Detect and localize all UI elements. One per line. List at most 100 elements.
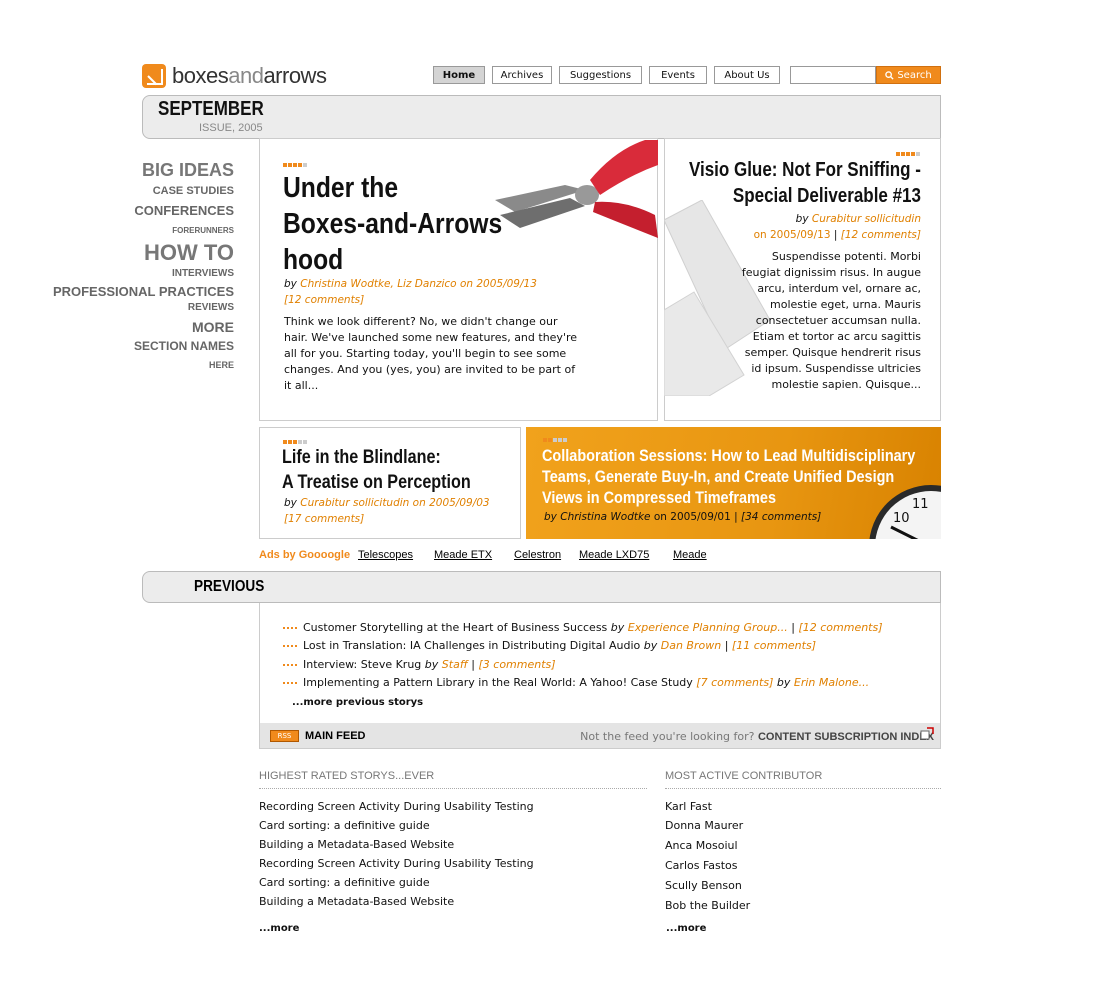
rating-dots bbox=[896, 152, 920, 156]
bullet-icon bbox=[283, 626, 297, 629]
collab-story-comments-link[interactable]: [34 comments] bbox=[741, 511, 821, 523]
lead-story-title[interactable]: Under the Boxes-and-Arrows hood bbox=[283, 170, 502, 278]
svg-text:10: 10 bbox=[893, 511, 910, 526]
previous-story-link[interactable]: Implementing a Pattern Library in the Re… bbox=[303, 676, 693, 689]
previous-comments-link[interactable]: [11 comments] bbox=[732, 639, 816, 652]
blindlane-story-title[interactable]: Life in the Blindlane: A Treatise on Per… bbox=[282, 445, 504, 495]
previous-author-link[interactable]: Dan Brown bbox=[661, 639, 721, 652]
contributor-link[interactable]: Anca Mosoiul bbox=[665, 839, 738, 852]
ad-link[interactable]: Meade bbox=[673, 549, 707, 561]
list-item: Lost in Translation: IA Challenges in Di… bbox=[283, 639, 816, 652]
list-item: Implementing a Pattern Library in the Re… bbox=[283, 676, 869, 689]
ad-link[interactable]: Celestron bbox=[514, 549, 561, 561]
most-active-heading: MOST ACTIVE CONTRIBUTOR bbox=[665, 770, 823, 782]
search-input[interactable] bbox=[790, 66, 876, 84]
collab-story-title[interactable]: Collaboration Sessions: How to Lead Mult… bbox=[542, 445, 981, 508]
ad-link[interactable]: Telescopes bbox=[358, 549, 413, 561]
nav-about-us[interactable]: About Us bbox=[714, 66, 780, 84]
search-button-label: Search bbox=[897, 69, 932, 81]
visio-story-meta: on 2005/09/13 | [12 comments] bbox=[753, 229, 921, 241]
list-item: Interview: Steve Krug by Staff | [3 comm… bbox=[283, 658, 556, 671]
logo-arrow-icon bbox=[142, 64, 166, 88]
visio-story-byline: by Curabitur sollicitudin bbox=[795, 213, 921, 225]
highest-rated-link[interactable]: Card sorting: a definitive guide bbox=[259, 819, 430, 832]
pliers-icon bbox=[495, 140, 658, 238]
visio-story-excerpt: Suspendisse potenti. Morbi feugiat digni… bbox=[741, 250, 921, 391]
ad-link[interactable]: Meade ETX bbox=[434, 549, 492, 561]
highest-rated-link[interactable]: Building a Metadata-Based Website bbox=[259, 895, 454, 908]
previous-comments-link[interactable]: [3 comments] bbox=[478, 658, 555, 671]
list-item: Customer Storytelling at the Heart of Bu… bbox=[283, 621, 883, 634]
collab-story-author-link[interactable]: Christina Wodtke bbox=[560, 511, 650, 523]
rating-dots bbox=[283, 440, 307, 444]
subscription-index-link[interactable]: CONTENT SUBSCRIPTION INDEX bbox=[758, 731, 934, 743]
highest-rated-link[interactable]: Recording Screen Activity During Usabili… bbox=[259, 800, 534, 813]
highest-rated-more-link[interactable]: ...more bbox=[259, 923, 299, 934]
previous-title: PREVIOUS bbox=[194, 578, 265, 595]
previous-author-link[interactable]: Erin Malone... bbox=[794, 676, 869, 689]
more-previous-link[interactable]: ...more previous storys bbox=[292, 697, 423, 708]
lead-story-byline: by Christina Wodtke, Liz Danzico on 2005… bbox=[284, 278, 537, 290]
previous-comments-link[interactable]: [7 comments] bbox=[696, 676, 773, 689]
bullet-icon bbox=[283, 663, 297, 666]
lead-story-comments-link[interactable]: [12 comments] bbox=[284, 294, 364, 306]
blindlane-story-comments-link[interactable]: [17 comments] bbox=[284, 513, 364, 525]
site-logo[interactable]: boxesandarrows bbox=[142, 62, 352, 90]
visio-story-comments-link[interactable]: [12 comments] bbox=[841, 229, 921, 241]
rss-icon[interactable]: RSS bbox=[270, 730, 299, 742]
rating-dots bbox=[283, 163, 307, 167]
sidebar-item-forerunners[interactable]: FORERUNNERS bbox=[172, 226, 234, 235]
logo-text: boxesandarrows bbox=[172, 63, 327, 88]
search-icon bbox=[885, 70, 894, 80]
ad-link[interactable]: Meade LXD75 bbox=[579, 549, 649, 561]
lead-story-excerpt: Think we look different? No, we didn't c… bbox=[284, 315, 578, 392]
bullet-icon bbox=[283, 681, 297, 684]
nav-suggestions[interactable]: Suggestions bbox=[559, 66, 642, 84]
divider bbox=[665, 788, 941, 789]
contributor-link[interactable]: Karl Fast bbox=[665, 800, 712, 813]
feed-subscription: Not the feed you're looking for? CONTENT… bbox=[580, 730, 934, 743]
issue-month: SEPTEMBER bbox=[158, 98, 264, 120]
previous-story-link[interactable]: Customer Storytelling at the Heart of Bu… bbox=[303, 621, 607, 634]
most-active-more-link[interactable]: ...more bbox=[666, 923, 706, 934]
previous-author-link[interactable]: Experience Planning Group... bbox=[628, 621, 788, 634]
sidebar-item-reviews[interactable]: REVIEWS bbox=[188, 302, 234, 313]
sidebar-item-big-ideas[interactable]: BIG IDEAS bbox=[142, 160, 234, 181]
highest-rated-link[interactable]: Recording Screen Activity During Usabili… bbox=[259, 857, 534, 870]
sidebar-item-section-names[interactable]: SECTION NAMES bbox=[134, 339, 234, 353]
contributor-link[interactable]: Scully Benson bbox=[665, 879, 742, 892]
divider bbox=[259, 788, 647, 789]
sidebar-item-interviews[interactable]: INTERVIEWS bbox=[172, 268, 234, 279]
subscribe-icon[interactable] bbox=[920, 727, 934, 741]
visio-story-title[interactable]: Visio Glue: Not For Sniffing - Special D… bbox=[648, 157, 921, 209]
previous-story-link[interactable]: Lost in Translation: IA Challenges in Di… bbox=[303, 639, 640, 652]
blindlane-story-byline: by Curabitur sollicitudin on 2005/09/03 bbox=[284, 497, 490, 509]
issue-year: ISSUE, 2005 bbox=[199, 122, 263, 134]
previous-story-link[interactable]: Interview: Steve Krug bbox=[303, 658, 421, 671]
nav-events[interactable]: Events bbox=[649, 66, 707, 84]
search-button[interactable]: Search bbox=[876, 66, 941, 84]
contributor-link[interactable]: Bob the Builder bbox=[665, 899, 750, 912]
sidebar-item-how-to[interactable]: HOW TO bbox=[144, 240, 234, 266]
main-feed-link[interactable]: MAIN FEED bbox=[305, 730, 366, 742]
visio-story-author-link[interactable]: Curabitur sollicitudin bbox=[812, 213, 921, 225]
blindlane-story-author-link[interactable]: Curabitur sollicitudin on 2005/09/03 bbox=[300, 497, 489, 509]
contributor-link[interactable]: Carlos Fastos bbox=[665, 859, 738, 872]
highest-rated-link[interactable]: Card sorting: a definitive guide bbox=[259, 876, 430, 889]
sidebar-item-professional-practices[interactable]: PROFESSIONAL PRACTICES bbox=[53, 284, 234, 299]
nav-home[interactable]: Home bbox=[433, 66, 485, 84]
highest-rated-link[interactable]: Building a Metadata-Based Website bbox=[259, 838, 454, 851]
sidebar-item-here[interactable]: HERE bbox=[209, 360, 234, 370]
sidebar-item-more[interactable]: MORE bbox=[192, 319, 234, 335]
previous-comments-link[interactable]: [12 comments] bbox=[798, 621, 882, 634]
contributor-link[interactable]: Donna Maurer bbox=[665, 819, 743, 832]
rating-dots bbox=[543, 438, 567, 442]
sidebar-item-conferences[interactable]: CONFERENCES bbox=[134, 203, 234, 218]
nav-archives[interactable]: Archives bbox=[492, 66, 552, 84]
previous-author-link[interactable]: Staff bbox=[442, 658, 468, 671]
lead-story-author-link[interactable]: Christina Wodtke, Liz Danzico on 2005/09… bbox=[300, 278, 537, 290]
ads-label: Ads by Goooogle bbox=[259, 549, 351, 561]
highest-rated-heading: HIGHEST RATED STORYS...EVER bbox=[259, 770, 435, 782]
sidebar-item-case-studies[interactable]: CASE STUDIES bbox=[153, 185, 234, 197]
collab-story-byline: by Christina Wodtke on 2005/09/01 | [34 … bbox=[544, 511, 822, 523]
